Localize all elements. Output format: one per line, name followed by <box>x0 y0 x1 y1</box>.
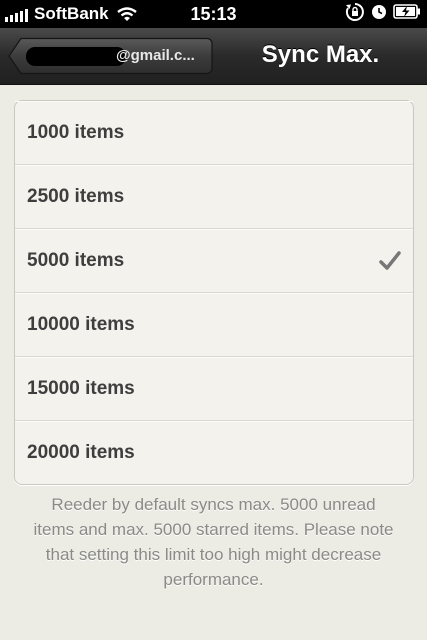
option-10000-items[interactable]: 10000 items <box>15 293 413 357</box>
status-bar: SoftBank 15:13 <box>0 0 427 28</box>
option-label: 5000 items <box>27 250 125 271</box>
option-label: 15000 items <box>27 378 135 399</box>
option-2500-items[interactable]: 2500 items <box>15 165 413 229</box>
back-button[interactable]: @gmail.c... <box>8 37 213 75</box>
alarm-clock-icon <box>371 4 387 25</box>
back-button-label: @gmail.c... <box>116 47 195 64</box>
checkmark-icon <box>379 251 401 270</box>
option-15000-items[interactable]: 15000 items <box>15 357 413 421</box>
option-label: 20000 items <box>27 442 135 463</box>
redacted-email <box>26 47 126 66</box>
option-5000-items[interactable]: 5000 items <box>15 229 413 293</box>
battery-charging-icon <box>393 4 421 24</box>
option-label: 1000 items <box>27 122 125 143</box>
option-20000-items[interactable]: 20000 items <box>15 421 413 484</box>
page-title: Sync Max. <box>261 41 380 68</box>
footer-note: Reeder by default syncs max. 5000 unread… <box>33 495 394 589</box>
rotation-lock-icon <box>345 2 365 27</box>
option-label: 2500 items <box>27 186 125 207</box>
status-bar-right <box>345 0 421 28</box>
option-label: 10000 items <box>27 314 135 335</box>
navigation-bar: @gmail.c... Sync Max. <box>0 28 427 85</box>
sync-options-list: 1000 items 2500 items 5000 items 10000 i… <box>14 100 414 485</box>
option-1000-items[interactable]: 1000 items <box>15 101 413 165</box>
